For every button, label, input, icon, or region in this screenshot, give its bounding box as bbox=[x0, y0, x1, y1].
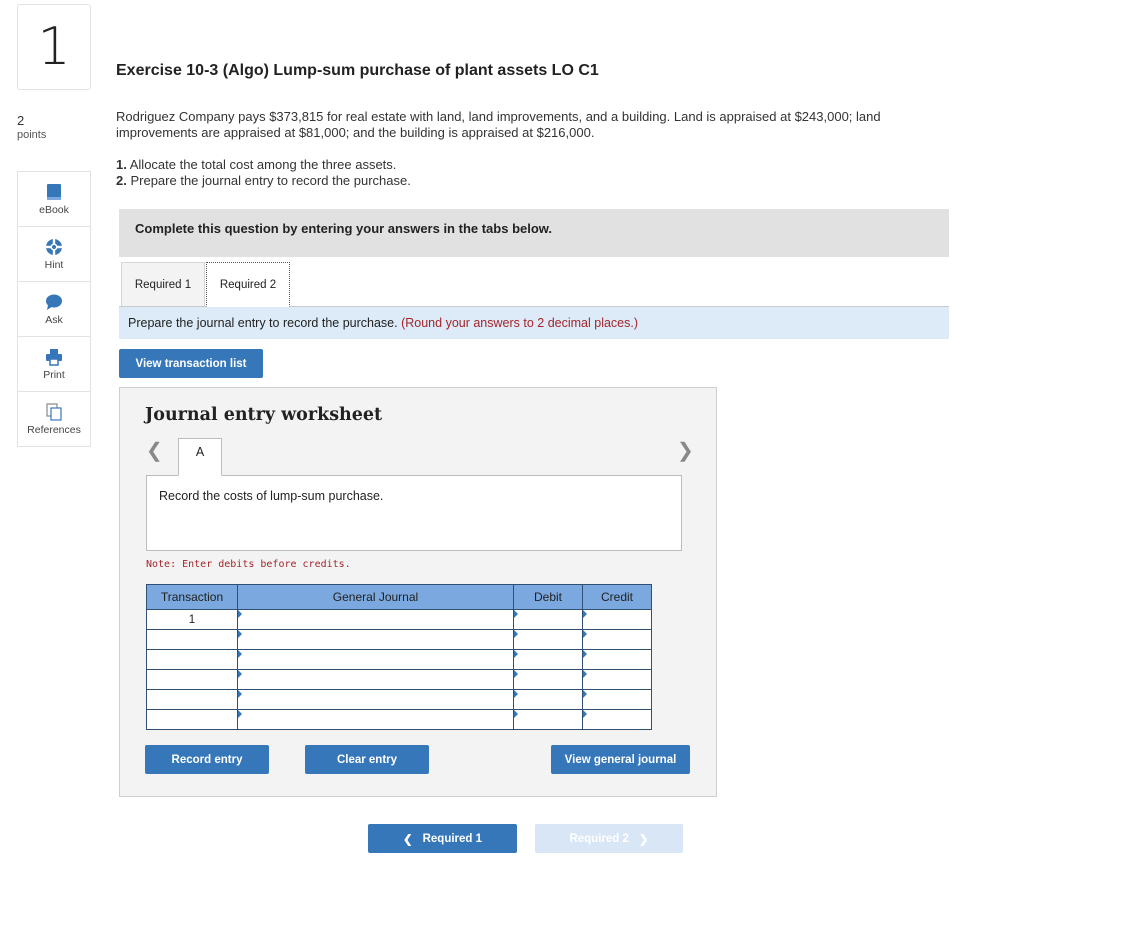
credit-cell[interactable] bbox=[582, 629, 652, 650]
credit-cell[interactable] bbox=[582, 669, 652, 690]
prev-required-button[interactable]: ❮ Required 1 bbox=[368, 824, 517, 853]
transaction-cell bbox=[146, 709, 238, 730]
instruction-text: Prepare the journal entry to record the … bbox=[128, 316, 398, 330]
clear-entry-button[interactable]: Clear entry bbox=[305, 745, 429, 774]
ebook-label: eBook bbox=[39, 203, 69, 216]
chevron-right-icon: ❯ bbox=[638, 833, 649, 846]
hint-label: Hint bbox=[44, 258, 64, 271]
credit-cell[interactable] bbox=[582, 649, 652, 670]
tab-instruction: Prepare the journal entry to record the … bbox=[119, 307, 949, 339]
table-row bbox=[146, 629, 652, 650]
view-general-journal-button[interactable]: View general journal bbox=[551, 745, 690, 774]
required-tabs: Required 1 Required 2 bbox=[119, 262, 949, 307]
book-icon bbox=[47, 183, 61, 200]
table-row bbox=[146, 669, 652, 690]
points-label: points bbox=[17, 129, 47, 141]
debit-cell[interactable] bbox=[513, 689, 583, 710]
references-icon bbox=[46, 402, 62, 421]
step-2: 2. Prepare the journal entry to record t… bbox=[116, 173, 411, 188]
print-button[interactable]: Print bbox=[18, 337, 90, 392]
column-header-credit: Credit bbox=[582, 584, 652, 610]
journal-entry-worksheet: Journal entry worksheet ❮ ❯ A Record the… bbox=[119, 387, 717, 797]
debit-cell[interactable] bbox=[513, 669, 583, 690]
chevron-left-icon[interactable]: ❮ bbox=[146, 441, 163, 461]
tools-panel: eBook Hint Ask Print References bbox=[17, 171, 91, 447]
account-cell[interactable] bbox=[237, 649, 514, 670]
exercise-title: Exercise 10-3 (Algo) Lump-sum purchase o… bbox=[116, 62, 599, 79]
journal-table: Transaction General Journal Debit Credit… bbox=[146, 584, 652, 730]
debit-cell[interactable] bbox=[513, 709, 583, 730]
transaction-cell bbox=[146, 629, 238, 650]
ebook-button[interactable]: eBook bbox=[18, 172, 90, 227]
record-entry-button[interactable]: Record entry bbox=[145, 745, 269, 774]
column-header-debit: Debit bbox=[513, 584, 583, 610]
transaction-cell bbox=[146, 669, 238, 690]
debit-cell[interactable] bbox=[513, 629, 583, 650]
next-required-button[interactable]: Required 2 ❯ bbox=[535, 824, 683, 853]
references-label: References bbox=[27, 423, 81, 436]
account-cell[interactable] bbox=[237, 669, 514, 690]
table-row bbox=[146, 649, 652, 670]
prev-required-label: Required 1 bbox=[422, 832, 483, 845]
print-label: Print bbox=[43, 368, 65, 381]
points-box: 2 points bbox=[17, 113, 46, 143]
next-required-label: Required 2 bbox=[569, 832, 629, 845]
account-cell[interactable] bbox=[237, 689, 514, 710]
instructions-banner: Complete this question by entering your … bbox=[119, 209, 949, 257]
exercise-steps: 1. Allocate the total cost among the thr… bbox=[116, 157, 411, 189]
exercise-intro: Rodriguez Company pays $373,815 for real… bbox=[116, 109, 881, 140]
debit-cell[interactable] bbox=[513, 609, 583, 630]
ask-button[interactable]: Ask bbox=[18, 282, 90, 337]
table-row bbox=[146, 689, 652, 710]
transaction-cell bbox=[146, 689, 238, 710]
column-header-general-journal: General Journal bbox=[237, 584, 514, 610]
column-header-transaction: Transaction bbox=[146, 584, 238, 610]
chevron-left-icon: ❮ bbox=[402, 833, 413, 846]
debit-credit-note: Note: Enter debits before credits. bbox=[146, 559, 351, 570]
account-cell[interactable] bbox=[237, 709, 514, 730]
table-row: 1 bbox=[146, 609, 652, 630]
account-cell[interactable] bbox=[237, 609, 514, 630]
table-row bbox=[146, 709, 652, 730]
question-number: 1 bbox=[17, 4, 91, 90]
tab-required-1[interactable]: Required 1 bbox=[121, 262, 205, 306]
view-transaction-list-button[interactable]: View transaction list bbox=[119, 349, 263, 378]
transaction-cell bbox=[146, 649, 238, 670]
debit-cell[interactable] bbox=[513, 649, 583, 670]
chevron-right-icon[interactable]: ❯ bbox=[677, 441, 694, 461]
lifebuoy-icon bbox=[46, 238, 62, 255]
entry-tab-a[interactable]: A bbox=[178, 438, 222, 476]
worksheet-title: Journal entry worksheet bbox=[145, 405, 383, 425]
credit-cell[interactable] bbox=[582, 609, 652, 630]
ask-label: Ask bbox=[45, 313, 63, 326]
credit-cell[interactable] bbox=[582, 709, 652, 730]
step-1: 1. Allocate the total cost among the thr… bbox=[116, 157, 397, 172]
credit-cell[interactable] bbox=[582, 689, 652, 710]
transaction-cell: 1 bbox=[146, 609, 238, 630]
printer-icon bbox=[46, 348, 62, 366]
hint-button[interactable]: Hint bbox=[18, 227, 90, 282]
points-value: 2 bbox=[17, 113, 25, 128]
chat-bubble-icon bbox=[46, 294, 62, 310]
tab-required-2[interactable]: Required 2 bbox=[206, 262, 290, 307]
instruction-note: (Round your answers to 2 decimal places.… bbox=[401, 316, 639, 330]
references-button[interactable]: References bbox=[18, 392, 90, 446]
account-cell[interactable] bbox=[237, 629, 514, 650]
entry-description: Record the costs of lump-sum purchase. bbox=[146, 475, 682, 551]
